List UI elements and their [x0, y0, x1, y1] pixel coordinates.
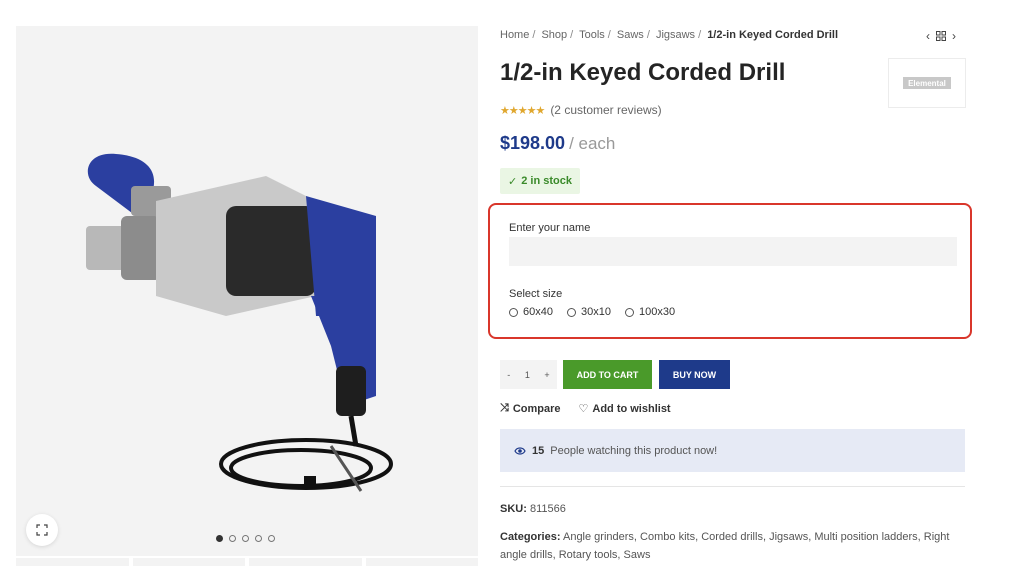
breadcrumb: Home / Shop / Tools / Saws / Jigsaws/ 1/2-in… — [500, 29, 838, 41]
product-price: $198.00 — [500, 133, 566, 153]
sku-row: SKU: 811566 — [500, 503, 566, 515]
quantity-plus-button[interactable]: + — [544, 370, 549, 380]
watching-text: People watching this product now! — [550, 444, 718, 457]
product-gallery — [16, 26, 478, 556]
thumbnail[interactable] — [249, 558, 362, 566]
category-link[interactable]: Combo kits — [640, 531, 695, 543]
category-link[interactable]: Rotary tools — [559, 549, 618, 561]
category-link[interactable]: Saws — [624, 549, 651, 561]
size-option-30x10[interactable]: 30x10 — [566, 306, 611, 318]
buy-now-button[interactable]: BUY NOW — [659, 360, 730, 389]
gallery-dot-5[interactable] — [268, 535, 275, 542]
star-rating-icon: ★★★★★ — [500, 104, 545, 117]
shuffle-icon: ⤨ — [500, 402, 509, 414]
gallery-dot-3[interactable] — [242, 535, 249, 542]
name-input[interactable] — [509, 237, 957, 266]
product-title: 1/2-in Keyed Corded Drill — [500, 59, 786, 86]
category-link[interactable]: Angle grinders — [563, 531, 634, 543]
product-navigation: ‹ › — [926, 29, 956, 43]
product-options-form: Enter your name Select size 60x40 30x10 … — [488, 203, 972, 339]
categories-label: Categories: — [500, 531, 561, 543]
breadcrumb-shop[interactable]: Shop — [541, 29, 567, 41]
product-image-drill[interactable] — [76, 146, 406, 516]
category-link[interactable]: Corded drills — [701, 531, 763, 543]
add-to-cart-button[interactable]: ADD TO CART — [563, 360, 652, 389]
quantity-minus-button[interactable]: - — [507, 370, 510, 380]
wishlist-link[interactable]: ♡ Add to wishlist — [578, 402, 671, 416]
brand-logo-box[interactable]: Elemental — [888, 58, 966, 108]
quantity-value[interactable]: 1 — [525, 370, 530, 380]
breadcrumb-current: 1/2-in Keyed Corded Drill — [707, 29, 838, 41]
thumbnail[interactable] — [365, 558, 478, 566]
radio-icon[interactable] — [566, 307, 576, 317]
expand-icon — [36, 524, 48, 536]
watching-notice: 15 People watching this product now! — [500, 429, 965, 472]
gallery-dot-4[interactable] — [255, 535, 262, 542]
size-option-label: 100x30 — [638, 306, 676, 318]
chevron-right-icon[interactable]: › — [952, 29, 956, 43]
sku-label: SKU: — [500, 503, 527, 515]
stock-badge: ✓ 2 in stock — [500, 168, 580, 194]
radio-icon[interactable] — [624, 307, 634, 317]
breadcrumb-home[interactable]: Home — [500, 29, 529, 41]
breadcrumb-jigsaws[interactable]: Jigsaws — [656, 29, 695, 41]
categories-row: Categories: Angle grinders, Combo kits, … — [500, 531, 950, 561]
gallery-dot-1[interactable] — [216, 535, 223, 542]
size-option-60x40[interactable]: 60x40 — [509, 306, 553, 318]
size-radio-group: 60x40 30x10 100x30 — [509, 306, 675, 318]
price-unit: / each — [569, 134, 616, 153]
grid-icon[interactable] — [936, 31, 946, 41]
thumbnail[interactable] — [16, 558, 129, 566]
breadcrumb-saws[interactable]: Saws — [617, 29, 644, 41]
name-field-label: Enter your name — [509, 222, 591, 234]
gallery-dots — [216, 535, 275, 542]
watching-count: 15 — [532, 444, 545, 457]
sku-value: 811566 — [529, 503, 566, 515]
reviews-link[interactable]: (2 customer reviews) — [550, 103, 661, 117]
size-field-label: Select size — [509, 288, 563, 300]
compare-link[interactable]: ⤨ Compare — [500, 402, 561, 415]
product-actions: ⤨ Compare ♡ Add to wishlist — [500, 402, 671, 415]
price-row: $198.00 / each — [500, 133, 615, 154]
thumbnail[interactable] — [132, 558, 245, 566]
quantity-stepper: - 1 + — [500, 360, 557, 389]
wishlist-label: Add to wishlist — [592, 402, 671, 415]
size-option-100x30[interactable]: 100x30 — [624, 306, 676, 318]
size-option-label: 30x10 — [580, 306, 611, 318]
zoom-button[interactable] — [26, 514, 58, 546]
stock-text: 2 in stock — [521, 175, 572, 187]
chevron-left-icon[interactable]: ‹ — [926, 29, 930, 43]
gallery-dot-2[interactable] — [229, 535, 236, 542]
check-icon: ✓ — [508, 175, 518, 188]
radio-icon[interactable] — [509, 307, 518, 317]
category-link[interactable]: Multi position ladders — [814, 531, 917, 543]
compare-label: Compare — [512, 402, 561, 415]
divider — [500, 486, 965, 487]
product-rating: ★★★★★ (2 customer reviews) — [500, 103, 662, 117]
brand-logo: Elemental — [903, 77, 951, 89]
heart-icon: ♡ — [578, 403, 589, 415]
category-link[interactable]: Jigsaws — [769, 531, 808, 543]
breadcrumb-tools[interactable]: Tools — [579, 29, 605, 41]
thumbnail-strip — [16, 558, 478, 566]
eye-icon — [514, 446, 526, 455]
size-option-label: 60x40 — [523, 306, 553, 318]
